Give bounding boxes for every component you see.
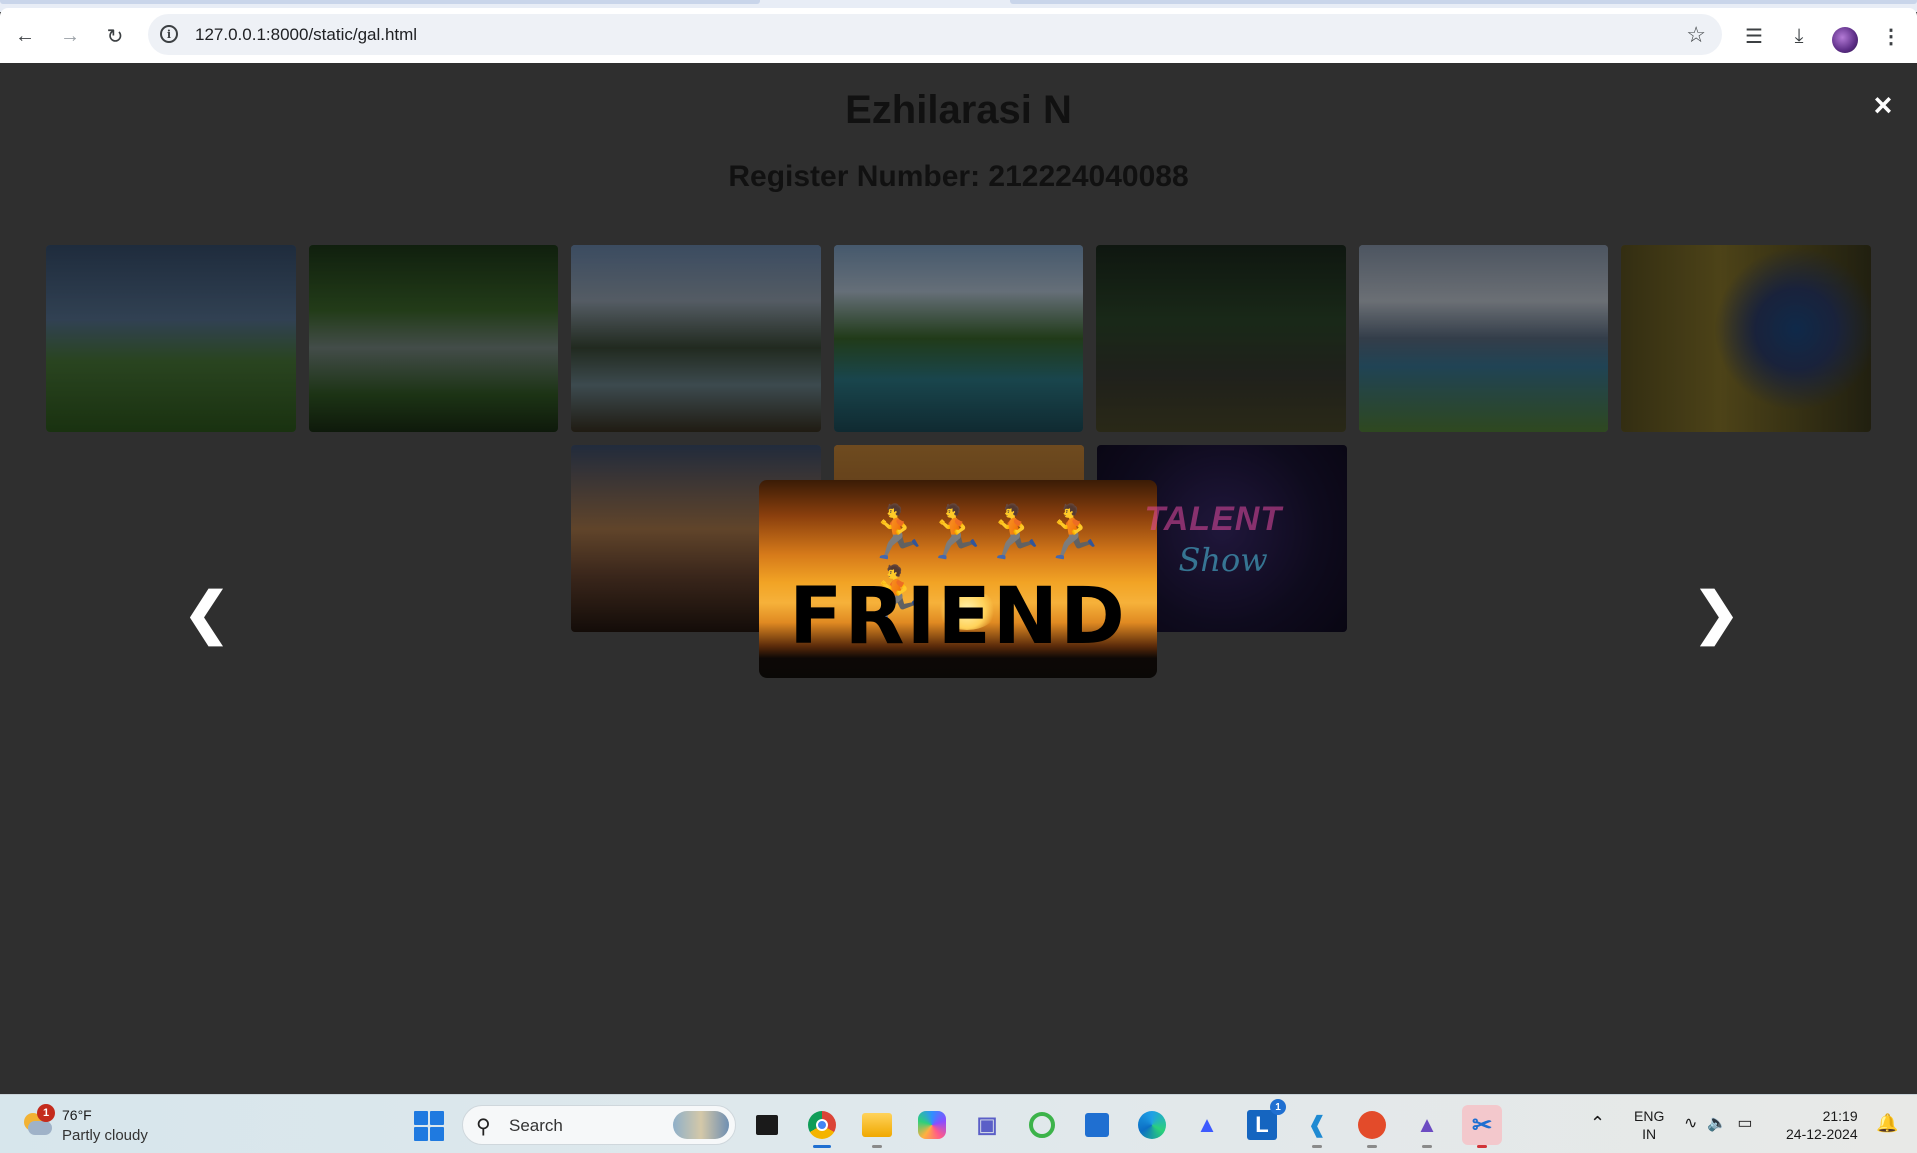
file-explorer-icon[interactable] — [857, 1105, 897, 1148]
taskbar-search[interactable]: ⚲ Search — [462, 1105, 736, 1145]
tab-indicator — [0, 0, 760, 4]
battery-icon[interactable]: ▭ — [1737, 1113, 1752, 1153]
edge-icon[interactable] — [1132, 1105, 1172, 1145]
page-title: Ezhilarasi N — [845, 88, 1072, 132]
language-indicator[interactable]: ENG IN — [1634, 1107, 1664, 1153]
teams-icon[interactable]: ▣ — [967, 1105, 1007, 1145]
app-l-badge: 1 — [1270, 1099, 1286, 1115]
clock[interactable]: 21:19 24-12-2024 — [1786, 1107, 1858, 1153]
volume-icon[interactable]: 🔈 — [1707, 1113, 1727, 1153]
browser-toolbar: ← → ↻ i 127.0.0.1:8000/static/gal.html ☆… — [0, 8, 1917, 63]
more-menu-icon[interactable]: ⋮ — [1875, 20, 1907, 52]
vscode-icon[interactable]: ❰ — [1297, 1105, 1337, 1148]
gallery-thumb-forest-stream[interactable] — [308, 245, 559, 432]
downloads-icon[interactable]: ⤓ — [1783, 20, 1815, 52]
register-number: Register Number: 212224040088 — [728, 160, 1189, 193]
copilot-icon[interactable] — [912, 1105, 952, 1145]
gallery-row — [45, 245, 1872, 432]
microsoft-store-icon[interactable] — [1077, 1105, 1117, 1145]
weather-badge: 1 — [37, 1104, 55, 1122]
app-l-icon[interactable]: L 1 — [1242, 1099, 1286, 1145]
windows-start-icon[interactable] — [414, 1111, 444, 1141]
taskbar-search-label: Search — [509, 1116, 563, 1135]
photos-icon[interactable]: ▲ — [1407, 1105, 1447, 1148]
gallery-thumb-alpine-lake[interactable] — [1358, 245, 1609, 432]
app-launcher-icon[interactable]: ▲ — [1187, 1105, 1227, 1145]
snipping-tool-icon[interactable]: ✂ — [1462, 1105, 1502, 1148]
lightbox-image: 🏃🏃🏃🏃🏃 FRIEND — [759, 480, 1157, 678]
prev-arrow-icon[interactable]: ❮ — [183, 583, 230, 643]
weather-temperature: 76°F — [62, 1107, 92, 1123]
weather-widget[interactable]: 1 76°F Partly cloudy — [20, 1104, 180, 1147]
tab-indicator — [1010, 0, 1917, 4]
url-text[interactable]: 127.0.0.1:8000/static/gal.html — [195, 25, 417, 45]
next-arrow-icon[interactable]: ❯ — [1693, 583, 1740, 643]
gallery-thumb-mountain-river[interactable] — [571, 245, 821, 432]
wifi-icon[interactable]: ∿ — [1684, 1113, 1697, 1153]
bookmark-star-icon[interactable]: ☆ — [1686, 22, 1706, 48]
chrome-icon[interactable] — [802, 1105, 842, 1148]
forward-icon[interactable]: → — [54, 20, 86, 52]
address-bar[interactable]: i 127.0.0.1:8000/static/gal.html ☆ — [148, 14, 1722, 55]
app-green-circle-icon[interactable] — [1022, 1105, 1062, 1145]
thumb-neon-text: TALENT — [1144, 500, 1283, 538]
lightbox-image-text: FRIEND — [789, 572, 1127, 662]
thumb-neon-text: Show — [1178, 541, 1268, 579]
weather-condition: Partly cloudy — [62, 1127, 148, 1144]
gallery-thumb-peacock[interactable] — [1621, 245, 1872, 432]
gallery-thumb-forest-road[interactable] — [1096, 245, 1346, 432]
task-view-icon[interactable] — [747, 1105, 787, 1145]
gallery-thumb-waterfall-lake[interactable] — [833, 245, 1084, 432]
search-highlight-image — [673, 1111, 729, 1139]
close-icon[interactable]: × — [1868, 89, 1898, 121]
site-info-icon[interactable]: i — [160, 25, 178, 43]
profile-avatar[interactable] — [1832, 27, 1858, 53]
search-icon: ⚲ — [476, 1116, 491, 1138]
taskbar: 1 76°F Partly cloudy ⚲ Search ▣ ▲ L 1 ❰ — [0, 1094, 1917, 1153]
gallery-thumb-sky-meadow[interactable] — [45, 245, 296, 432]
notification-bell-icon[interactable]: 🔔 — [1876, 1113, 1898, 1153]
reload-icon[interactable]: ↻ — [99, 20, 131, 52]
wps-office-icon[interactable] — [1352, 1105, 1392, 1148]
back-icon[interactable]: ← — [9, 20, 41, 52]
media-controls-icon[interactable]: ☰ — [1738, 20, 1770, 52]
system-tray-icons[interactable]: ∿ 🔈 ▭ — [1684, 1113, 1752, 1153]
chevron-up-icon[interactable]: ⌃ — [1590, 1113, 1605, 1153]
